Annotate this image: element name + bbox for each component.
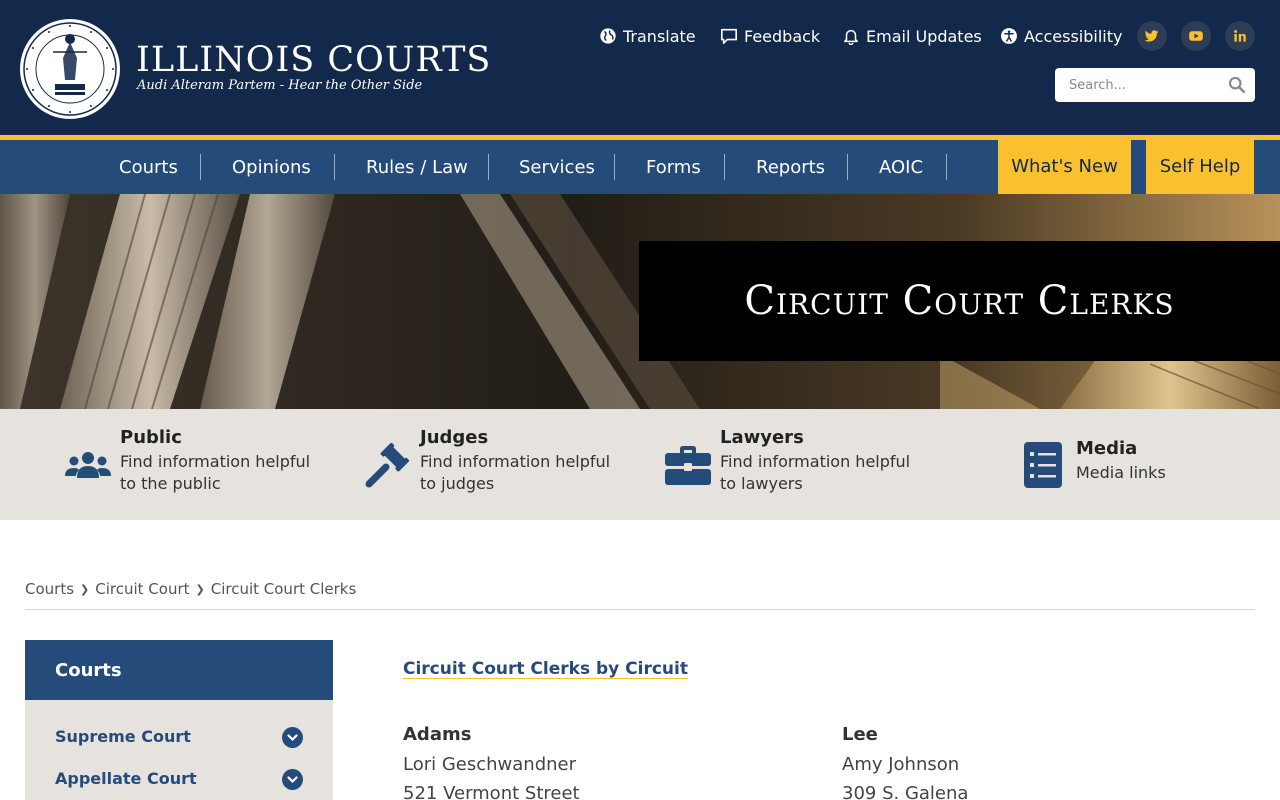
- feedback-label: Feedback: [744, 26, 821, 46]
- breadcrumb-courts[interactable]: Courts: [25, 580, 74, 598]
- bell-icon: [843, 29, 859, 45]
- youtube-icon: [1189, 31, 1203, 41]
- chevron-right-icon: ❯: [195, 582, 205, 596]
- chevron-down-icon[interactable]: [282, 769, 303, 790]
- accessibility-icon: [1001, 28, 1017, 44]
- clerk-address: 521 Vermont Street: [403, 783, 580, 800]
- county-name: Adams: [403, 724, 472, 745]
- search-box: [1055, 68, 1255, 102]
- youtube-link[interactable]: [1181, 21, 1211, 51]
- accessibility-link[interactable]: Accessibility: [1000, 25, 1122, 47]
- feedback-link[interactable]: Feedback: [720, 25, 820, 47]
- audience-title: Judges: [420, 427, 489, 448]
- sidebar-item-supreme-court[interactable]: Supreme Court: [55, 727, 191, 746]
- search-icon[interactable]: [1228, 76, 1246, 94]
- breadcrumb-divider: [25, 609, 1255, 610]
- nav-divider: [334, 154, 335, 180]
- hero-title-box: Circuit Court Clerks: [639, 241, 1280, 361]
- site-motto: Audi Alteram Partem - Hear the Other Sid…: [137, 78, 423, 93]
- users-icon: [65, 452, 111, 478]
- county-name: Lee: [842, 724, 878, 745]
- main-nav: Courts Opinions Rules / Law Services For…: [0, 135, 1280, 194]
- sidebar-menu: Supreme Court Appellate Court: [25, 700, 333, 800]
- hero-banner: Circuit Court Clerks: [0, 194, 1280, 409]
- nav-divider: [946, 154, 947, 180]
- self-help-button[interactable]: Self Help: [1146, 139, 1254, 194]
- list-icon: [1024, 442, 1062, 488]
- nav-divider: [847, 154, 848, 180]
- nav-rules-law[interactable]: Rules / Law: [366, 140, 468, 194]
- linkedin-link[interactable]: [1225, 21, 1255, 51]
- search-input[interactable]: [1055, 68, 1225, 102]
- clerk-name: Amy Johnson: [842, 754, 960, 775]
- audience-desc: Find information helpful to judges: [420, 452, 611, 493]
- nav-services[interactable]: Services: [519, 140, 595, 194]
- twitter-icon: [1144, 30, 1159, 42]
- clerk-name: Lori Geschwandner: [403, 754, 577, 775]
- nav-divider: [614, 154, 615, 180]
- nav-forms[interactable]: Forms: [646, 140, 701, 194]
- nav-divider: [488, 154, 489, 180]
- audience-title: Lawyers: [720, 427, 804, 448]
- linkedin-icon: [1234, 30, 1246, 42]
- nav-opinions[interactable]: Opinions: [232, 140, 311, 194]
- site-title[interactable]: ILLINOIS COURTS: [136, 40, 491, 80]
- audience-desc: Media links: [1076, 463, 1166, 482]
- audience-bar: Public Find information helpful to the p…: [0, 409, 1280, 520]
- nav-aoic[interactable]: AOIC: [879, 140, 923, 194]
- page-title: Circuit Court Clerks: [744, 278, 1175, 324]
- clerks-by-circuit-link[interactable]: Circuit Court Clerks by Circuit: [403, 659, 688, 679]
- email-updates-label: Email Updates: [866, 26, 982, 46]
- globe-icon: [600, 28, 616, 44]
- supreme-court-seal-icon[interactable]: [19, 18, 121, 120]
- site-header: ILLINOIS COURTS Audi Alteram Partem - He…: [0, 0, 1280, 135]
- audience-desc: Find information helpful to lawyers: [720, 452, 911, 493]
- email-updates-link[interactable]: Email Updates: [842, 25, 982, 47]
- chevron-right-icon: ❯: [80, 582, 90, 596]
- comment-icon: [720, 28, 738, 45]
- nav-divider: [200, 154, 201, 180]
- twitter-link[interactable]: [1137, 21, 1167, 51]
- breadcrumb-circuit-court[interactable]: Circuit Court: [95, 580, 189, 598]
- chevron-down-icon[interactable]: [282, 727, 303, 748]
- breadcrumb: Courts ❯ Circuit Court ❯ Circuit Court C…: [25, 580, 356, 598]
- nav-courts[interactable]: Courts: [119, 140, 178, 194]
- audience-title: Media: [1076, 438, 1138, 459]
- gavel-icon: [365, 442, 410, 488]
- translate-label: Translate: [623, 26, 696, 46]
- sidebar-item-appellate-court[interactable]: Appellate Court: [55, 769, 197, 788]
- clerk-address: 309 S. Galena: [842, 783, 969, 800]
- sidebar-heading: Courts: [25, 640, 333, 700]
- translate-link[interactable]: Translate: [599, 25, 696, 47]
- accessibility-label: Accessibility: [1024, 26, 1123, 46]
- whats-new-button[interactable]: What's New: [998, 139, 1131, 194]
- nav-divider: [724, 154, 725, 180]
- briefcase-icon: [665, 446, 711, 485]
- audience-title: Public: [120, 427, 182, 448]
- audience-desc: Find information helpful to the public: [120, 452, 311, 493]
- breadcrumb-current: Circuit Court Clerks: [210, 580, 357, 598]
- nav-reports[interactable]: Reports: [756, 140, 825, 194]
